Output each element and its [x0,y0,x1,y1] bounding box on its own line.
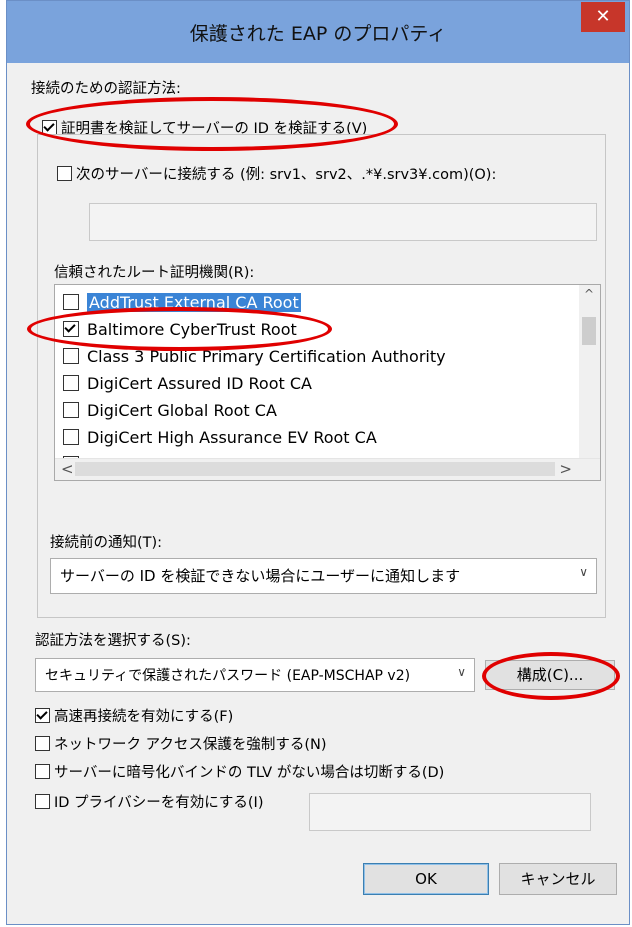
scroll-up-icon[interactable]: ^ [584,287,594,301]
auth-method-heading: 接続のための認証方法: [31,81,181,97]
scroll-thumb[interactable] [582,317,596,345]
scroll-right-icon[interactable]: > [559,460,572,478]
checkbox-icon[interactable] [63,429,79,445]
trusted-ca-name: DigiCert Assured ID Root CA [87,374,312,393]
trusted-ca-label: 信頼されたルート証明機関(R): [54,265,255,281]
configure-button[interactable]: 構成(C)... [485,660,615,690]
cancel-button[interactable]: キャンセル [499,863,617,895]
id-privacy-label: ID プライバシーを有効にする(I) [54,795,264,811]
disconnect-tlv-checkbox[interactable]: サーバーに暗号化バインドの TLV がない場合は切断する(D) [35,761,444,782]
checkbox-icon[interactable] [63,402,79,418]
connect-servers-label: 次のサーバーに接続する (例: srv1、srv2、.*¥.srv3¥.com)… [76,167,497,183]
checkbox-icon [35,708,50,723]
nap-label: ネットワーク アクセス保護を強制する(N) [54,737,327,753]
trusted-ca-items: AddTrust External CA Root Baltimore Cyber… [55,289,578,480]
eap-properties-dialog: 保護された EAP のプロパティ ✕ 接続のための認証方法: 証明書を検証してサ… [6,0,630,925]
trusted-ca-name: Class 3 Public Primary Certification Aut… [87,347,446,366]
checkbox-icon[interactable] [63,375,79,391]
checkbox-icon [35,794,50,809]
auth-method-select[interactable]: セキュリティで保護されたパスワード (EAP-MSCHAP v2) ∨ [35,658,475,692]
id-privacy-checkbox[interactable]: ID プライバシーを有効にする(I) [35,791,264,812]
auth-method-value: セキュリティで保護されたパスワード (EAP-MSCHAP v2) [45,668,411,684]
fast-reconnect-checkbox[interactable]: 高速再接続を有効にする(F) [35,705,233,726]
vertical-scrollbar[interactable]: ^ v [579,285,600,477]
dialog-title: 保護された EAP のプロパティ [189,23,447,45]
trusted-ca-name: AddTrust External CA Root [87,293,301,312]
connect-servers-checkbox[interactable]: 次のサーバーに接続する (例: srv1、srv2、.*¥.srv3¥.com)… [57,163,496,184]
notify-select[interactable]: サーバーの ID を検証できない場合にユーザーに通知します ∨ [50,558,597,594]
checkbox-icon[interactable] [63,294,79,310]
id-privacy-input[interactable] [309,793,591,831]
fast-reconnect-label: 高速再接続を有効にする(F) [54,709,234,725]
trusted-ca-list[interactable]: AddTrust External CA Root Baltimore Cyber… [54,284,601,481]
trusted-ca-name: Baltimore CyberTrust Root [87,320,297,339]
checkbox-icon[interactable] [63,321,79,337]
title-bar[interactable]: 保護された EAP のプロパティ ✕ [7,1,629,63]
ok-button[interactable]: OK [363,863,489,895]
trusted-ca-item[interactable]: DigiCert Global Root CA [55,397,578,424]
trusted-ca-item[interactable]: AddTrust External CA Root [55,289,578,316]
chevron-down-icon: ∨ [579,565,588,579]
disconnect-tlv-label: サーバーに暗号化バインドの TLV がない場合は切断する(D) [54,765,445,781]
horizontal-scroll-thumb[interactable] [75,462,555,476]
checkbox-icon [42,120,57,135]
horizontal-scrollbar[interactable]: < > [55,458,600,480]
close-icon: ✕ [595,6,611,27]
chevron-down-icon: ∨ [457,665,466,679]
dialog-content: 接続のための認証方法: 証明書を検証してサーバーの ID を検証する(V) 次の… [7,63,629,924]
servers-input[interactable] [89,203,597,241]
select-method-label: 認証方法を選択する(S): [35,633,191,649]
close-button[interactable]: ✕ [581,2,625,32]
trusted-ca-item[interactable]: Class 3 Public Primary Certification Aut… [55,343,578,370]
checkbox-icon [35,736,50,751]
checkbox-icon [35,764,50,779]
nap-checkbox[interactable]: ネットワーク アクセス保護を強制する(N) [35,733,327,754]
scroll-left-icon[interactable]: < [61,460,74,478]
trusted-ca-item[interactable]: DigiCert Assured ID Root CA [55,370,578,397]
trusted-ca-item[interactable]: DigiCert High Assurance EV Root CA [55,424,578,451]
trusted-ca-item[interactable]: Baltimore CyberTrust Root [55,316,578,343]
checkbox-icon [57,166,72,181]
trusted-ca-name: DigiCert Global Root CA [87,401,277,420]
checkbox-icon[interactable] [63,348,79,364]
notify-value: サーバーの ID を検証できない場合にユーザーに通知します [60,567,461,585]
notify-label: 接続前の通知(T): [50,535,163,551]
trusted-ca-name: DigiCert High Assurance EV Root CA [87,428,377,447]
